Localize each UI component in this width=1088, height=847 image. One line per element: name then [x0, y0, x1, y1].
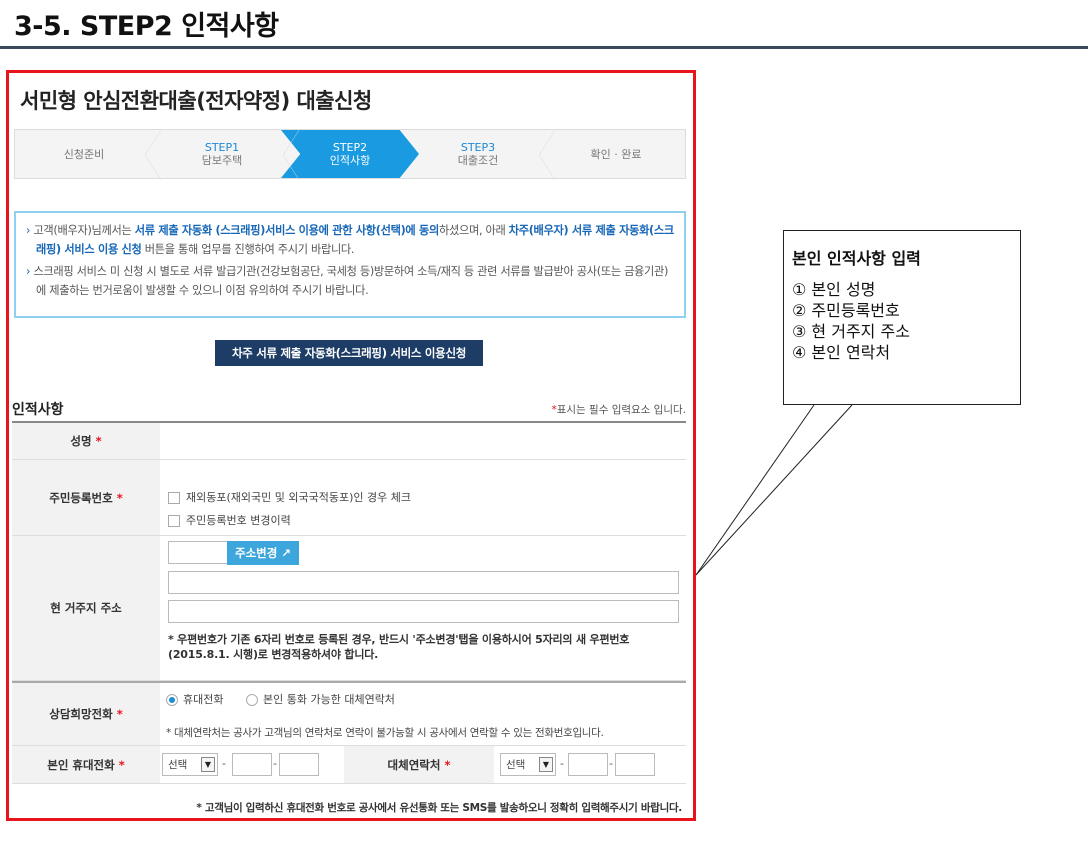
required-note: *표시는 필수 입력요소 입니다.	[551, 402, 686, 417]
rrn-label: 주민등록번호 *	[12, 460, 160, 535]
mobile-label: 본인 휴대전화 *	[12, 746, 160, 783]
notice-item-2: › 스크래핑 서비스 미 신청 시 별도로 서류 발급기관(건강보험공단, 국세…	[26, 265, 669, 297]
step-number: STEP3	[460, 141, 496, 154]
address-label: 현 거주지 주소	[12, 536, 160, 680]
name-label: 성명 *	[12, 423, 160, 459]
alt-contact-note: * 대체연락처는 공사가 고객님의 연락처로 연락이 불가능할 시 공사에서 연…	[166, 727, 604, 739]
step-label: 대출조건	[457, 154, 499, 167]
notice-item-1: › 고객(배우자)님께서는 서류 제출 자동화 (스크래핑)서비스 이용에 관한…	[26, 224, 674, 256]
radio-selected-icon[interactable]	[166, 694, 178, 706]
step-prepare: 신청준비	[15, 130, 161, 180]
radio-icon[interactable]	[246, 694, 258, 706]
alt-last-input[interactable]	[615, 753, 655, 776]
mobile-mid-input[interactable]	[232, 753, 272, 776]
section-title: 인적사항	[12, 402, 64, 418]
step-number: STEP1	[204, 141, 240, 154]
notice-text: 버튼을 통해 업무를 진행하여 주시기 바랍니다.	[141, 243, 355, 256]
step-label: 신청준비	[63, 147, 105, 161]
zipcode-input[interactable]	[168, 541, 235, 564]
address-line1-input[interactable]	[168, 571, 679, 594]
address-change-button[interactable]: 주소변경 ↗	[227, 541, 299, 565]
mobile-prefix-select[interactable]: 선택 ▼	[162, 753, 218, 776]
step-1: STEP1 담보주택	[153, 130, 299, 180]
form-row-name: 성명 *	[12, 423, 686, 460]
notice-box: › 고객(배우자)님께서는 서류 제출 자동화 (스크래핑)서비스 이용에 관한…	[14, 211, 686, 318]
step-label: 인적사항	[329, 154, 371, 167]
chevron-down-icon[interactable]: ▼	[201, 757, 215, 772]
overseas-checkbox[interactable]: 재외동포(재외국민 및 외국국적동포)인 경우 체크	[168, 489, 411, 505]
bottom-note: * 고객님이 입력하신 휴대전화 번호로 공사에서 유선통화 또는 SMS를 발…	[196, 802, 682, 814]
dash: -	[222, 757, 226, 770]
scraping-service-button[interactable]: 차주 서류 제출 자동화(스크래핑) 서비스 이용신청	[215, 340, 483, 366]
notice-text: 하셨으며, 아래	[439, 224, 509, 237]
callout-item: ② 주민등록번호	[792, 301, 900, 320]
dash: -	[273, 757, 277, 770]
page-title: 서민형 안심전환대출(전자약정) 대출신청	[20, 89, 372, 113]
radio-alt[interactable]: 본인 통화 가능한 대체연락처	[246, 691, 395, 707]
notice-text: 고객(배우자)님께서는	[33, 224, 135, 237]
callout-item: ④ 본인 연락처	[792, 343, 891, 362]
address-line2-input[interactable]	[168, 600, 679, 623]
checkbox-icon[interactable]	[168, 515, 180, 527]
chevron-down-icon[interactable]: ▼	[539, 757, 553, 772]
step-2-active: STEP2 인적사항	[281, 130, 419, 178]
callout-pointer	[695, 404, 853, 576]
step-progress: 신청준비 STEP1 담보주택 STEP2 인적사항 STEP3 대출조건 확인…	[14, 129, 686, 180]
step-label: 확인 · 완료	[590, 147, 642, 161]
callout-title: 본인 인적사항 입력	[792, 249, 921, 268]
callout-box: 본인 인적사항 입력 ① 본인 성명 ② 주민등록번호 ③ 현 거주지 주소 ④…	[783, 230, 1021, 405]
dash: -	[560, 757, 564, 770]
required-note-text: 표시는 필수 입력요소 입니다.	[556, 404, 686, 416]
step-label: 담보주택	[201, 154, 243, 167]
dash: -	[609, 757, 613, 770]
callout-item: ① 본인 성명	[792, 280, 876, 299]
zipcode-note: * 우편번호가 기존 6자리 번호로 등록된 경우, 반드시 '주소변경'탭을 …	[168, 633, 630, 661]
phone-pref-label: 상담희망전화 *	[12, 683, 160, 745]
notice-highlight: 서류 제출 자동화 (스크래핑)서비스 이용에 관한 사항(선택)에 동의	[134, 224, 440, 237]
callout-item: ③ 현 거주지 주소	[792, 322, 910, 341]
callout-list: ① 본인 성명 ② 주민등록번호 ③ 현 거주지 주소 ④ 본인 연락처	[792, 279, 1012, 363]
radio-mobile[interactable]: 휴대전화	[166, 691, 223, 707]
checkbox-icon[interactable]	[168, 492, 180, 504]
alt-mid-input[interactable]	[568, 753, 608, 776]
mobile-last-input[interactable]	[279, 753, 319, 776]
notice-text: 스크래핑 서비스 미 신청 시 별도로 서류 발급기관(건강보험공단, 국세청 …	[33, 265, 669, 297]
title-rule	[0, 46, 1088, 49]
step-3: STEP3 대출조건	[409, 130, 555, 180]
alt-label: 대체연락처 *	[344, 746, 494, 783]
step-number: STEP2	[332, 141, 368, 154]
rrn-change-checkbox[interactable]: 주민등록번호 변경이력	[168, 512, 291, 528]
alt-prefix-select[interactable]: 선택 ▼	[500, 753, 556, 776]
slide-title: 3-5. STEP2 인적사항	[14, 11, 279, 42]
step-complete: 확인 · 완료	[547, 130, 685, 178]
